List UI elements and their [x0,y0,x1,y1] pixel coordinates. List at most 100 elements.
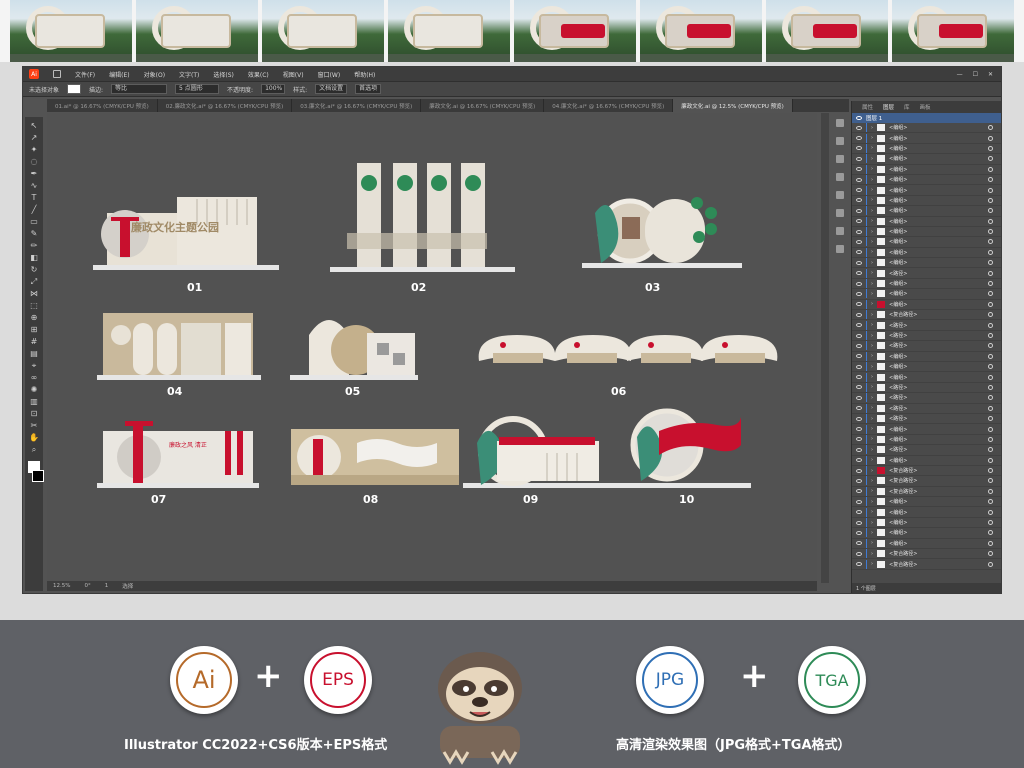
expand-arrow-icon[interactable]: › [871,488,873,494]
layer-row[interactable]: › <路径> [852,382,1001,394]
document-tab[interactable]: 04.廉文化.ai* @ 16.67% (CMYK/CPU 预览) [544,99,674,112]
expand-arrow-icon[interactable]: › [871,468,873,474]
paintbrush-icon[interactable]: ✎ [29,229,39,238]
pen-tool-icon[interactable]: ✒ [29,169,39,178]
document-tab[interactable]: 03.廉文化.ai* @ 16.67% (CMYK/CPU 预览) [292,99,422,112]
menu-item[interactable]: 对象(O) [144,70,165,79]
expand-arrow-icon[interactable]: › [871,135,873,141]
target-icon[interactable] [988,270,993,276]
target-icon[interactable] [988,384,993,390]
eraser-icon[interactable]: ◧ [29,253,39,262]
visibility-eye-icon[interactable] [856,375,862,380]
artboard-10[interactable] [625,408,751,488]
visibility-eye-icon[interactable] [856,208,862,213]
visibility-eye-icon[interactable] [856,364,862,369]
expand-arrow-icon[interactable]: › [871,125,873,131]
target-icon[interactable] [988,509,993,515]
expand-arrow-icon[interactable]: › [871,301,873,307]
layer-row[interactable]: › <路径> [852,414,1001,425]
type-tool-icon[interactable]: T [29,193,39,202]
expand-arrow-icon[interactable]: › [871,239,873,245]
expand-arrow-icon[interactable]: › [871,322,873,328]
rotate-tool-icon[interactable]: ↻ [29,265,39,274]
layer-row[interactable]: › <路径> [852,331,1001,342]
visibility-eye-icon[interactable] [856,551,862,556]
visibility-eye-icon[interactable] [856,447,862,452]
expand-arrow-icon[interactable]: › [871,416,873,422]
expand-arrow-icon[interactable]: › [871,333,873,339]
target-icon[interactable] [988,468,993,474]
magic-wand-icon[interactable]: ✦ [29,145,39,154]
vertical-scrollbar[interactable] [821,113,829,583]
artboard-tool-icon[interactable]: ⊡ [29,409,39,418]
layer-row[interactable]: › <编组> [852,247,1001,259]
layer-row[interactable]: › <编组> [852,424,1001,435]
mesh-tool-icon[interactable]: # [29,337,39,346]
layer-row[interactable]: › <编组> [852,227,1001,238]
target-icon[interactable] [988,530,993,536]
artboard-08[interactable] [291,429,459,485]
visibility-eye-icon[interactable] [856,229,862,234]
visibility-eye-icon[interactable] [856,468,862,473]
expand-arrow-icon[interactable]: › [871,229,873,235]
visibility-eye-icon[interactable] [856,354,862,359]
layer-row[interactable]: › <编组> [852,299,1001,311]
target-icon[interactable] [988,333,993,338]
target-icon[interactable] [988,499,993,505]
target-icon[interactable] [988,260,993,266]
fill-swatch[interactable] [67,84,82,94]
direct-selection-tool-icon[interactable]: ↗ [29,133,39,142]
target-icon[interactable] [988,353,993,359]
close-icon[interactable]: ✕ [988,71,993,78]
artboard-04[interactable] [97,313,261,380]
target-icon[interactable] [988,145,993,151]
expand-arrow-icon[interactable]: › [871,249,873,255]
stroke-panel-icon[interactable] [836,209,844,217]
layer-row[interactable]: › <路径> [852,341,1001,352]
hand-tool-icon[interactable]: ✋ [29,433,39,442]
target-icon[interactable] [988,447,993,453]
layer-row[interactable]: › <编组> [852,434,1001,446]
preferences-button[interactable]: 首选项 [355,84,382,94]
target-icon[interactable] [988,426,993,432]
target-icon[interactable] [988,229,993,235]
target-icon[interactable] [988,488,993,494]
visibility-eye-icon[interactable] [856,385,862,390]
gradient-panel-icon[interactable] [836,227,844,235]
visibility-eye-icon[interactable] [856,250,862,255]
layer-row[interactable]: › <编组> [852,206,1001,217]
target-icon[interactable] [988,322,993,328]
width-tool-icon[interactable]: ⋈ [29,289,39,298]
expand-arrow-icon[interactable]: › [871,520,873,526]
visibility-eye-icon[interactable] [856,562,862,567]
visibility-eye-icon[interactable] [856,146,862,151]
document-tab[interactable]: 廉政文化.ai @ 16.67% (CMYK/CPU 预览) [421,99,545,112]
expand-arrow-icon[interactable]: › [871,364,873,370]
panel-tab[interactable]: 属性 [862,103,873,111]
layer-row[interactable]: › <复合路径> [852,476,1001,487]
visibility-eye-icon[interactable] [856,312,862,317]
menu-item[interactable]: 编辑(E) [109,70,129,79]
symbols-panel-icon[interactable] [836,191,844,199]
visibility-eye-icon[interactable] [856,260,862,265]
panel-tab[interactable]: 库 [904,103,910,111]
target-icon[interactable] [988,405,993,411]
layer-1-row[interactable]: 图层 1 [852,113,1001,123]
target-icon[interactable] [988,218,993,224]
menu-item[interactable]: 文件(F) [75,70,95,79]
layer-row[interactable]: › <编组> [852,289,1001,300]
menu-item[interactable]: 选择(S) [213,70,234,79]
expand-arrow-icon[interactable]: › [871,312,873,318]
visibility-eye-icon[interactable] [856,239,862,244]
artboard-01[interactable]: 廉政文化主题公园 [93,197,279,270]
visibility-eye-icon[interactable] [856,530,862,535]
expand-arrow-icon[interactable]: › [871,478,873,484]
expand-arrow-icon[interactable]: › [871,177,873,183]
color-panel-icon[interactable] [836,137,844,145]
layer-row[interactable]: › <编组> [852,164,1001,175]
layer-row[interactable]: › <编组> [852,279,1001,290]
menu-item[interactable]: 窗口(W) [318,70,341,79]
rectangle-tool-icon[interactable]: ▭ [29,217,39,226]
target-icon[interactable] [988,436,993,442]
visibility-eye-icon[interactable] [856,478,862,483]
